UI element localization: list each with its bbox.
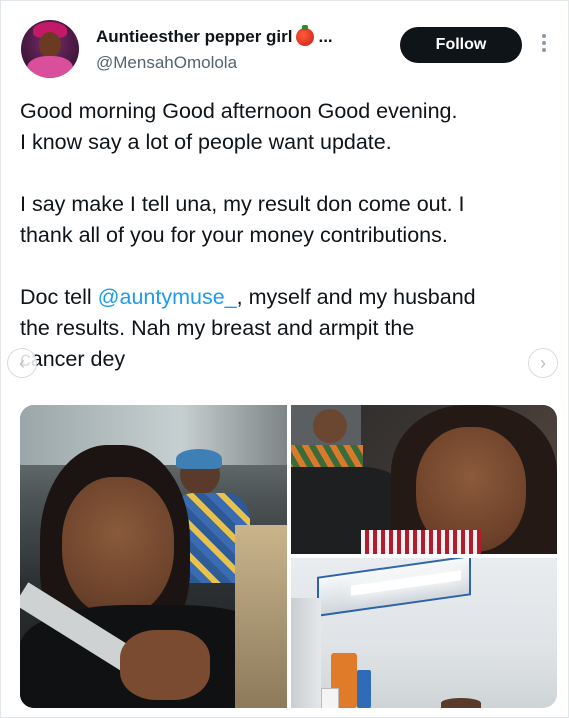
tweet-text: Good morning Good afternoon Good evening… [20,96,555,375]
woman-selfie-close-up-photo[interactable] [291,405,557,554]
tweet-line: thank all of you for your money contribu… [20,223,448,247]
hospital-room-photo[interactable] [291,558,557,708]
tweet-paragraph-1: Good morning Good afternoon Good evening… [20,96,555,158]
background-face-shape [313,409,347,443]
media-grid [20,405,557,708]
mention-link[interactable]: @auntymuse_ [98,285,237,309]
user-handle[interactable]: @MensahOmolola [96,53,237,73]
body-shape [27,56,73,78]
more-options-icon[interactable] [541,34,547,56]
tweet-text-segment: Doc tell [20,285,98,309]
tweet-paragraph-2: I say make I tell una, my result don com… [20,189,555,251]
tweet-paragraph-3: Doc tell @auntymuse_, myself and my husb… [20,282,555,375]
hand-shape [120,630,210,700]
woman-in-car-selfie-photo[interactable] [20,405,287,708]
wall-edge-shape [291,598,321,708]
tweet-line: I say make I tell una, my result don com… [20,192,465,216]
follow-button[interactable]: Follow [400,27,522,63]
tweet-line: the results. Nah my breast and armpit th… [20,316,415,340]
head-top-shape [441,698,481,708]
avatar[interactable] [21,20,79,78]
name-truncation: ... [318,27,333,46]
back-passenger-scarf-shape [176,449,222,469]
tweet-line: Good morning Good afternoon Good evening… [20,99,458,123]
white-box-shape [321,688,339,708]
next-arrow-icon[interactable]: › [528,348,558,378]
seat-shape [235,525,287,708]
face-shape [62,477,174,617]
tweet-card: Auntieesther pepper girl ... @MensahOmol… [0,0,569,718]
display-name[interactable]: Auntieesther pepper girl [96,27,292,47]
blue-item-shape [357,670,371,708]
patterned-cloth-shape [361,530,481,554]
previous-arrow-icon[interactable]: ‹ [7,348,37,378]
tweet-line: I know say a lot of people want update. [20,130,392,154]
tomato-icon [296,25,315,46]
tweet-text-segment: , myself and my husband [236,285,476,309]
face-shape [39,32,61,58]
display-name-row[interactable]: Auntieesther pepper girl ... [96,25,333,47]
